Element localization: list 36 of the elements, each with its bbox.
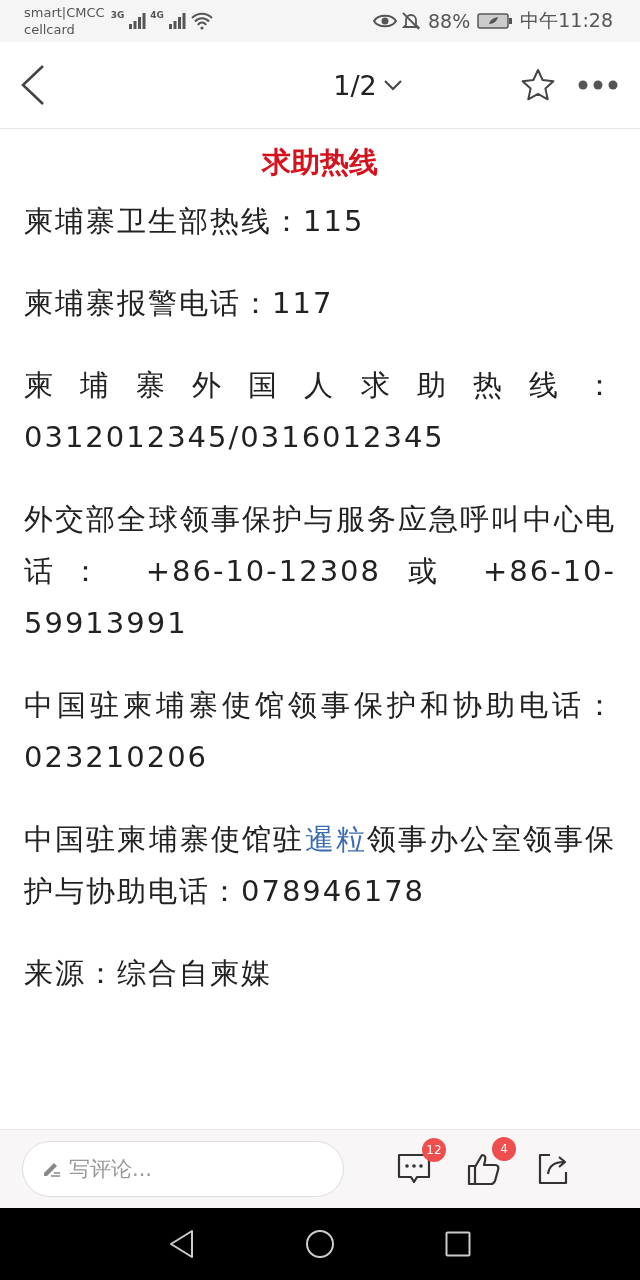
article-paragraph: 柬埔寨卫生部热线：115 (24, 203, 366, 240)
signal-icon (128, 12, 147, 30)
page-indicator[interactable]: 1/2 (333, 69, 377, 101)
network-type: 4G (150, 10, 164, 20)
article-paragraph: 柬埔寨报警电话：117 (24, 285, 335, 322)
article-paragraph: 外交部全球领事保护与服务应急呼叫中心电话： +86-10-12308 或 +86-10-59913991 (24, 501, 616, 642)
clock: 中午11:28 (520, 8, 613, 33)
signal-icon (168, 12, 186, 30)
back-nav-icon[interactable] (169, 1229, 195, 1259)
wifi-icon (190, 12, 214, 30)
chevron-down-icon[interactable] (382, 79, 403, 91)
more-icon[interactable] (578, 80, 618, 90)
comment-field[interactable]: 写评论... (22, 1141, 344, 1197)
comment-icon[interactable] (396, 1152, 432, 1186)
home-nav-icon[interactable] (305, 1229, 335, 1259)
place-link[interactable]: 暹粒 (304, 822, 367, 856)
article-paragraph: 中国驻柬埔寨使馆驻暹粒领事办公室领事保护与协助电话：078946178 (24, 821, 616, 910)
pencil-icon (42, 1160, 62, 1178)
article-title: 求助热线 (260, 144, 379, 181)
article-paragraph: 来源：综合自柬媒 (24, 955, 273, 992)
network-type: 3G (110, 10, 125, 20)
star-icon[interactable] (520, 68, 556, 102)
battery-icon (477, 13, 514, 29)
back-icon[interactable] (20, 64, 46, 106)
count-badge: 12 (422, 1138, 446, 1162)
eye-icon (373, 13, 397, 29)
count-badge: 4 (492, 1137, 516, 1161)
recents-nav-icon[interactable] (445, 1231, 471, 1257)
thumbs-up-icon[interactable] (466, 1151, 502, 1187)
share-icon[interactable] (536, 1152, 570, 1186)
battery-percentage: 88% (428, 10, 471, 32)
carrier-name: smart|CMCC (24, 4, 105, 21)
article-paragraph: 柬埔寨外国人求助热线：0312012345/0316012345 (24, 367, 616, 456)
carrier-name: cellcard (24, 21, 76, 38)
article-paragraph: 中国驻柬埔寨使馆领事保护和协助电话：023210206 (24, 687, 616, 776)
muted-bell-icon (401, 11, 421, 31)
